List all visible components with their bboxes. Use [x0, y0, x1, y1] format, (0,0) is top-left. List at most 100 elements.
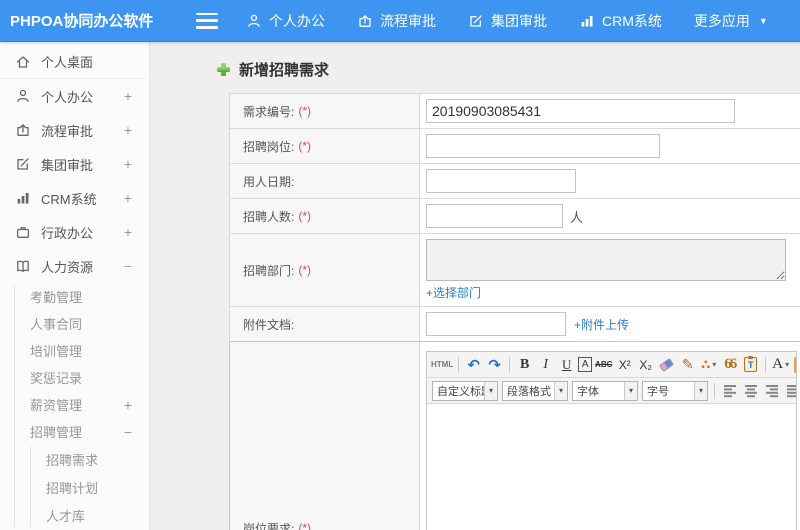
- employment-date-input[interactable]: [426, 169, 576, 193]
- field-label-recruitment-headcount: 招聘人数: (*): [230, 199, 420, 233]
- dropdown-label: 字体: [577, 385, 599, 398]
- sidebar-item-personnel-contract[interactable]: 人事合同: [0, 310, 149, 337]
- sidebar-item-reward-punishment[interactable]: 奖惩记录: [0, 364, 149, 391]
- page-title-text: 新增招聘需求: [239, 62, 330, 79]
- toolbar-separator: [458, 356, 460, 373]
- form-row-position-requirements: 岗位要求:(*)HTML↶↷BIUAABCX²X₂✎∴▾66TA▾a自定义标题▾…: [229, 342, 800, 530]
- highlight-shape: a: [793, 356, 796, 373]
- sidebar-item-training-management[interactable]: 培训管理: [0, 337, 149, 364]
- highlight-color-button[interactable]: a: [792, 355, 796, 375]
- font-family-select[interactable]: 字体 ▾: [572, 380, 638, 401]
- align-justify-icon[interactable]: [783, 381, 796, 401]
- nav-item-label: 集团审批: [491, 12, 547, 29]
- page-title: 新增招聘需求: [150, 42, 800, 93]
- nav-item-personal-office[interactable]: 个人办公: [230, 0, 341, 42]
- editor-content-area[interactable]: [427, 404, 796, 530]
- expander-icon[interactable]: +: [124, 397, 132, 413]
- sidebar-item-recruitment-requirements[interactable]: 招聘需求: [0, 445, 149, 473]
- sidebar-item-group-approval[interactable]: 集团审批 +: [0, 147, 149, 181]
- expander-icon[interactable]: +: [124, 88, 132, 104]
- person-icon: [15, 88, 31, 104]
- sidebar-item-salary-management[interactable]: 薪资管理 +: [0, 391, 149, 418]
- font-color-button[interactable]: A ▾: [771, 355, 790, 375]
- attachment-document-input[interactable]: [426, 312, 566, 336]
- align-right-icon[interactable]: [762, 381, 781, 401]
- sidebar-item-personal-desktop[interactable]: 个人桌面: [0, 45, 149, 79]
- editor-toolbar-row-1: HTML ↶↷ BIUAABCX²X₂ ✎∴▾66 T A▾a: [427, 352, 796, 378]
- form-row-recruitment-department: 招聘部门: (*) +选择部门: [229, 234, 800, 307]
- color-palette-icon[interactable]: ∴ ▾: [699, 355, 718, 375]
- recruitment-headcount-input[interactable]: [426, 204, 563, 228]
- expander-icon[interactable]: +: [124, 190, 132, 206]
- field-label-employment-date: 用人日期:: [230, 164, 420, 198]
- sidebar-item-talent-pool[interactable]: 人才库: [0, 501, 149, 529]
- dropdown-label: 字号: [647, 385, 669, 398]
- eraser-icon[interactable]: [657, 355, 676, 375]
- format-brush-icon[interactable]: ✎: [678, 355, 697, 375]
- expander-icon[interactable]: −: [124, 424, 132, 440]
- nav-item-group-approval[interactable]: 集团审批: [452, 0, 563, 42]
- requirement-number-input[interactable]: [426, 99, 735, 123]
- sidebar-item-recruitment-plan[interactable]: 招聘计划: [0, 473, 149, 501]
- font-size-select[interactable]: 字号 ▾: [642, 380, 708, 401]
- form-row-recruitment-headcount: 招聘人数: (*) 人: [229, 199, 800, 234]
- underline-button[interactable]: U: [557, 355, 576, 375]
- expander-icon[interactable]: +: [124, 156, 132, 172]
- caret-down-icon: ▾: [694, 381, 707, 400]
- caret-down-icon: ▾: [785, 360, 790, 369]
- briefcase-icon: [15, 224, 31, 240]
- align-center-icon[interactable]: [741, 381, 760, 401]
- custom-title-select[interactable]: 自定义标题▾: [432, 380, 498, 401]
- nav-item-more-apps[interactable]: 更多应用 ▼: [678, 0, 784, 42]
- superscript-button[interactable]: X²: [615, 355, 634, 375]
- hamburger-menu-button[interactable]: [196, 12, 218, 29]
- main-content: 新增招聘需求 需求编号:(*)招聘岗位:(*)用人日期:招聘人数:(*)人招聘部…: [150, 42, 800, 530]
- caret-down-icon: ▾: [712, 360, 717, 369]
- sidebar-item-personal-office[interactable]: 个人办公 +: [0, 79, 149, 113]
- eraser-shape: [659, 357, 675, 372]
- nav-item-crm-system[interactable]: CRM系统: [563, 0, 678, 42]
- paste-icon[interactable]: T: [741, 355, 760, 375]
- font-style-button[interactable]: A: [578, 357, 593, 372]
- blockquote-button[interactable]: 66: [720, 355, 739, 375]
- paragraph-format-select[interactable]: 段落格式 ▾: [502, 380, 568, 401]
- form-row-employment-date: 用人日期:: [229, 164, 800, 199]
- undo-icon[interactable]: ↶: [464, 355, 483, 375]
- home-icon: [15, 54, 31, 70]
- strikethrough-button[interactable]: ABC: [594, 355, 613, 375]
- expander-icon[interactable]: +: [124, 122, 132, 138]
- expander-icon[interactable]: +: [124, 224, 132, 240]
- field-label-attachment-document: 附件文档:: [230, 307, 420, 341]
- bold-button[interactable]: B: [515, 355, 534, 375]
- recruitment-department-textarea[interactable]: [426, 239, 786, 281]
- field-label-text: 岗位要求:: [243, 521, 295, 530]
- edit-icon: [15, 156, 31, 172]
- field-label-recruitment-department: 招聘部门: (*): [230, 234, 420, 306]
- caret-down-icon: ▾: [484, 381, 497, 400]
- recruitment-position-input[interactable]: [426, 134, 660, 158]
- top-nav: 个人办公 流程审批 集团审批 CRM系统 更多应用 ▼: [230, 0, 784, 42]
- sidebar-item-label: 人才库: [46, 508, 86, 524]
- sidebar-item-label: 流程审批: [41, 123, 94, 139]
- process-icon: [357, 13, 373, 29]
- sidebar-item-human-resources[interactable]: 人力资源 −: [0, 249, 149, 283]
- italic-button[interactable]: I: [536, 355, 555, 375]
- html-source-button[interactable]: HTML: [431, 355, 453, 375]
- sidebar-item-process-approval[interactable]: 流程审批 +: [0, 113, 149, 147]
- nav-item-label: 流程审批: [380, 12, 436, 29]
- chart-icon: [15, 190, 31, 206]
- sidebar-item-attendance-management[interactable]: 考勤管理: [0, 283, 149, 310]
- sidebar-item-label: 培训管理: [30, 344, 83, 359]
- sidebar-item-admin-office[interactable]: 行政办公 +: [0, 215, 149, 249]
- subscript-button[interactable]: X₂: [636, 355, 655, 375]
- recruitment-department-link[interactable]: +选择部门: [426, 284, 481, 301]
- rich-text-editor: HTML↶↷BIUAABCX²X₂✎∴▾66TA▾a自定义标题▾段落格式▾字体▾…: [426, 351, 797, 530]
- required-mark: (*): [298, 139, 312, 153]
- sidebar-item-recruitment-management[interactable]: 招聘管理 −: [0, 418, 149, 445]
- attachment-document-link[interactable]: +附件上传: [574, 316, 629, 333]
- sidebar-item-crm-system[interactable]: CRM系统 +: [0, 181, 149, 215]
- align-left-icon[interactable]: [720, 381, 739, 401]
- redo-icon[interactable]: ↷: [485, 355, 504, 375]
- expander-icon[interactable]: −: [124, 258, 132, 274]
- nav-item-process-approval[interactable]: 流程审批: [341, 0, 452, 42]
